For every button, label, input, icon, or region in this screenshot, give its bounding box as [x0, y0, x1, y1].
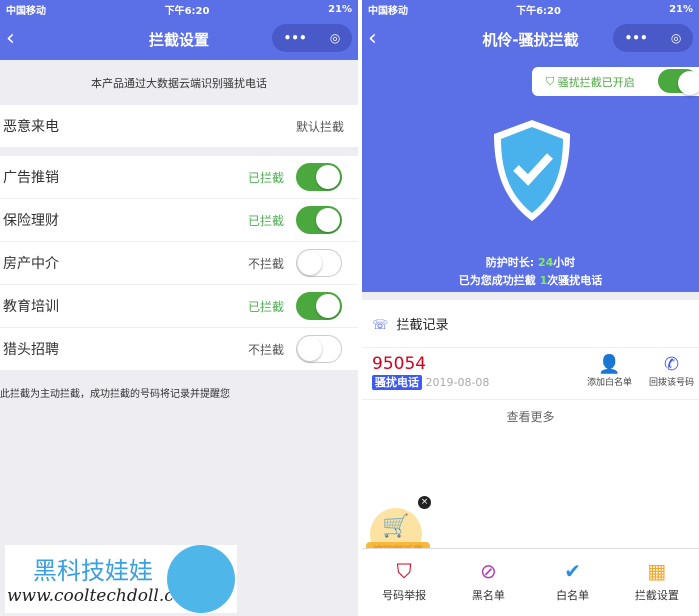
nav-whitelist[interactable]: ✔ 白名单: [531, 549, 615, 616]
row-status: 已拦截: [247, 299, 284, 314]
nav-label: 拦截设置: [634, 589, 679, 602]
user-block-icon: ⊘: [479, 559, 497, 583]
block-toggle-switch[interactable]: [658, 69, 699, 95]
block-category-row: 保险理财 已拦截: [0, 199, 358, 242]
row-status: 已拦截: [247, 170, 284, 185]
time: 下午6:20: [164, 5, 210, 17]
header: 中国移动 下午6:20 21% ‹ 机伶-骚扰拦截 ••• ◎ ⛉ 骚扰拦截已开启…: [362, 0, 699, 292]
row-label: 保险理财: [3, 213, 59, 229]
close-target-icon[interactable]: ◎: [671, 31, 681, 45]
toggle-label: 骚扰拦截已开启: [557, 75, 635, 89]
user-check-icon: ✔: [564, 559, 581, 583]
watermark-logo: 黑科技娃娃 www.cooltechdoll.com: [5, 545, 237, 613]
blocked-unit: 次骚扰电话: [547, 274, 603, 287]
record-date: 2019-08-08: [425, 376, 490, 389]
footer-note: 此拦截为主动拦截，成功拦截的号码将记录并提醒您: [0, 389, 230, 400]
phone-icon: ✆: [663, 354, 680, 375]
right-phone: 中国移动 下午6:20 21% ‹ 机伶-骚扰拦截 ••• ◎ ⛉ 骚扰拦截已开启…: [362, 0, 699, 616]
carrier: 中国移动: [6, 5, 46, 17]
action-label: 回拨该号码: [649, 378, 695, 388]
nav-label: 号码举报: [382, 589, 427, 602]
malicious-call-row: 恶意来电 默认拦截: [0, 105, 358, 148]
category-toggle[interactable]: [296, 335, 342, 363]
duration-label: 防护时长:: [485, 256, 538, 269]
block-category-row: 房产中介 不拦截: [0, 242, 358, 285]
category-toggle[interactable]: [296, 249, 342, 277]
action-label: 添加白名单: [587, 378, 633, 388]
records-header: ☏ 拦截记录: [362, 300, 699, 348]
row-status: 不拦截: [247, 342, 284, 357]
block-category-row: 广告推销 已拦截: [0, 156, 358, 199]
status-bar: 中国移动 下午6:20 21%: [0, 0, 358, 18]
category-toggle[interactable]: [296, 292, 342, 320]
call-list-icon: ☏: [372, 318, 389, 333]
back-icon[interactable]: ‹: [6, 26, 15, 51]
duration-unit: 小时: [553, 256, 576, 269]
add-whitelist-button[interactable]: 👤 添加白名单: [587, 354, 632, 388]
category-toggle[interactable]: [296, 206, 342, 234]
more-icon[interactable]: •••: [625, 31, 648, 45]
view-more-link[interactable]: 查看更多: [362, 400, 699, 425]
nav-settings[interactable]: ▦ 拦截设置: [615, 549, 699, 616]
nav-label: 白名单: [556, 589, 590, 602]
fairy-icon: [167, 545, 235, 613]
more-icon[interactable]: •••: [284, 31, 307, 45]
back-icon[interactable]: ‹: [368, 26, 377, 51]
category-toggle[interactable]: [296, 163, 342, 191]
user-check-icon: 👤: [598, 354, 621, 375]
info-banner: 本产品通过大数据云端识别骚扰电话: [91, 76, 267, 90]
shield-icon: ⛉: [546, 74, 558, 88]
capsule-menu[interactable]: ••• ◎: [272, 24, 352, 52]
block-toggle-pill[interactable]: ⛉ 骚扰拦截已开启: [532, 67, 699, 96]
battery: 21%: [328, 3, 352, 15]
protection-stats: 防护时长: 24小时 已为您成功拦截 1次骚扰电话: [362, 254, 699, 290]
row-label: 猎头招聘: [3, 342, 59, 358]
row-label: 恶意来电: [3, 119, 59, 135]
page-title: 机伶-骚扰拦截: [482, 30, 579, 49]
left-phone: 中国移动 下午6:20 21% ‹ 拦截设置 ••• ◎ 本产品通过大数据云端识别…: [0, 0, 358, 616]
nav-label: 黑名单: [471, 589, 505, 602]
block-category-row: 教育培训 已拦截: [0, 285, 358, 328]
blocked-label: 已为您成功拦截: [458, 274, 540, 287]
row-status: 不拦截: [247, 256, 284, 271]
carrier: 中国移动: [368, 5, 408, 17]
row-status: 已拦截: [247, 213, 284, 228]
capsule-menu[interactable]: ••• ◎: [613, 24, 693, 52]
battery: 21%: [669, 3, 693, 15]
shield-check-icon: [494, 120, 570, 221]
duration-value: 24: [537, 256, 554, 269]
close-target-icon[interactable]: ◎: [330, 31, 340, 45]
records-title: 拦截记录: [396, 318, 449, 333]
row-value: 默认拦截: [295, 119, 344, 134]
shield-alert-icon: ⛉: [396, 559, 412, 583]
page-title: 拦截设置: [148, 30, 209, 49]
record-number: 95054: [372, 354, 427, 374]
nav-blacklist[interactable]: ⊘ 黑名单: [446, 549, 530, 616]
mine-cart-icon: 🛒: [382, 514, 410, 539]
time: 下午6:20: [516, 5, 561, 17]
block-category-row: 猎头招聘 不拦截: [0, 328, 358, 371]
row-label: 教育培训: [3, 299, 59, 315]
callback-button[interactable]: ✆ 回拨该号码: [649, 354, 694, 388]
header: 中国移动 下午6:20 21% ‹ 拦截设置 ••• ◎: [0, 0, 358, 60]
record-tag: 骚扰电话: [372, 375, 422, 390]
row-label: 广告推销: [3, 170, 59, 186]
row-label: 房产中介: [3, 256, 59, 272]
close-icon[interactable]: ×: [418, 496, 431, 509]
grid-icon: ▦: [647, 559, 667, 583]
bottom-nav: ⛉ 号码举报 ⊘ 黑名单 ✔ 白名单 ▦ 拦截设置: [362, 548, 699, 616]
record-row[interactable]: 95054 骚扰电话 2019-08-08 👤 添加白名单 ✆ 回拨该号码: [362, 348, 699, 400]
nav-report[interactable]: ⛉ 号码举报: [362, 549, 446, 616]
